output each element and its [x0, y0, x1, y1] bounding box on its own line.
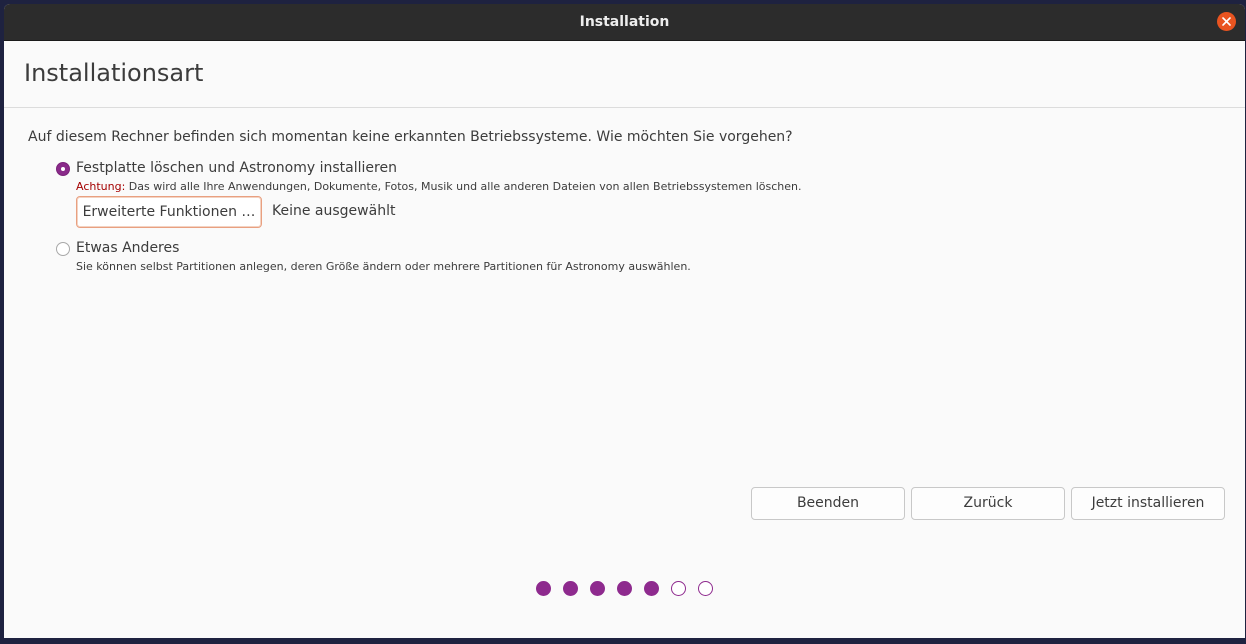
advanced-features-status: Keine ausgewählt [272, 203, 396, 219]
erase-disk-description: Achtung: Das wird alle Ihre Anwendungen,… [76, 180, 802, 193]
back-button[interactable]: Zurück [911, 487, 1065, 520]
something-else-description: Sie können selbst Partitionen anlegen, d… [76, 260, 691, 273]
title-bar: Installation [4, 4, 1245, 41]
warning-text: Das wird alle Ihre Anwendungen, Dokument… [125, 180, 802, 193]
install-now-button[interactable]: Jetzt installieren [1071, 487, 1225, 520]
advanced-features-button[interactable]: Erweiterte Funktionen … [76, 196, 262, 228]
progress-dot [671, 581, 686, 596]
install-type-question: Auf diesem Rechner befinden sich momenta… [28, 129, 793, 145]
something-else-label[interactable]: Etwas Anderes [76, 240, 179, 256]
progress-dot [536, 581, 551, 596]
something-else-radio[interactable] [56, 242, 70, 256]
header-divider [4, 107, 1245, 108]
progress-dot [563, 581, 578, 596]
progress-dot [698, 581, 713, 596]
erase-disk-radio[interactable] [56, 162, 70, 176]
erase-disk-label[interactable]: Festplatte löschen und Astronomy install… [76, 160, 397, 176]
progress-dot [644, 581, 659, 596]
progress-dot [590, 581, 605, 596]
warning-label: Achtung: [76, 180, 126, 193]
installer-window: Installation Installationsart Auf diesem… [4, 4, 1245, 638]
page-title: Installationsart [24, 59, 204, 87]
window-title: Installation [579, 14, 670, 30]
close-icon [1222, 17, 1231, 26]
quit-button[interactable]: Beenden [751, 487, 905, 520]
progress-dot [617, 581, 632, 596]
close-button[interactable] [1217, 12, 1236, 31]
